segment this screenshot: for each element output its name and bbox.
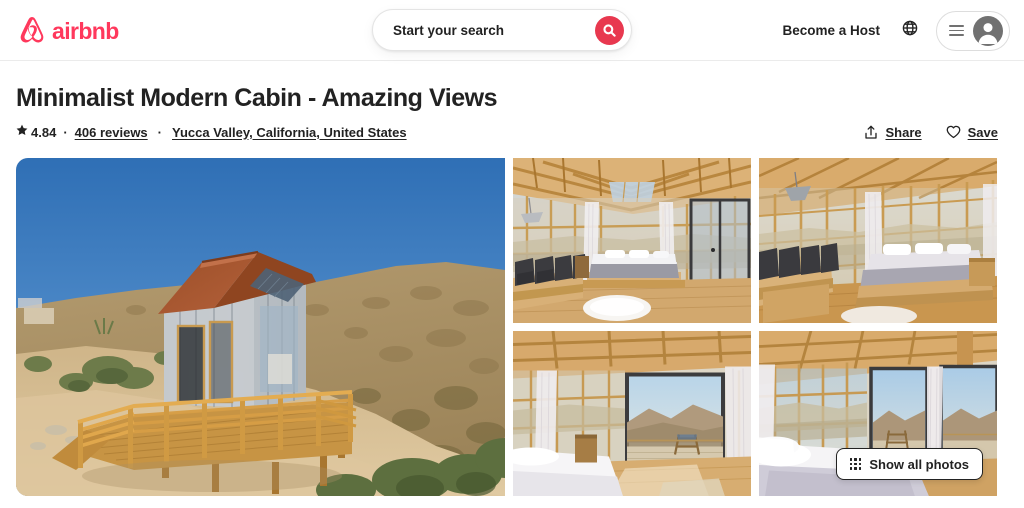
- share-button[interactable]: Share: [854, 118, 931, 147]
- hamburger-icon: [949, 25, 964, 36]
- listing-page: Minimalist Modern Cabin - Amazing Views …: [0, 83, 1024, 496]
- search-icon: [603, 23, 616, 37]
- search-submit-button[interactable]: [595, 15, 624, 45]
- gallery-photo-cabin-exterior-hillside[interactable]: [16, 158, 505, 496]
- language-selector-button[interactable]: [892, 10, 928, 51]
- gallery-photo-interior-bedroom-truss-ceiling[interactable]: [513, 158, 751, 323]
- globe-icon: [902, 20, 918, 41]
- gallery-photo-bedroom-view-to-deck[interactable]: [513, 331, 751, 496]
- user-menu-button[interactable]: [936, 10, 1010, 51]
- photo-gallery: Show all photos: [16, 158, 1008, 496]
- user-avatar-icon: [973, 15, 1003, 46]
- reviews-link[interactable]: 406 reviews: [75, 125, 148, 140]
- gallery-photo-interior-bedroom-glass-wall[interactable]: [759, 158, 997, 323]
- star-icon: [16, 124, 28, 139]
- airbnb-logo-link[interactable]: airbnb: [18, 15, 119, 45]
- listing-actions: Share Save: [854, 118, 1008, 147]
- airbnb-belo-logo-icon: [18, 15, 46, 45]
- site-header: airbnb Start your search Become a Host: [0, 0, 1024, 61]
- header-actions: Become a Host: [770, 0, 1010, 61]
- rating-group: 4.84 · 406 reviews: [16, 124, 148, 140]
- save-label: Save: [967, 124, 998, 140]
- become-a-host-link[interactable]: Become a Host: [770, 13, 892, 48]
- rating-value: 4.84: [31, 124, 57, 140]
- listing-subheader: 4.84 · 406 reviews · Yucca Valley, Calif…: [16, 122, 1008, 142]
- show-all-photos-button[interactable]: Show all photos: [835, 448, 983, 480]
- show-all-photos-label: Show all photos: [869, 456, 969, 472]
- heart-icon: [946, 125, 961, 139]
- share-label: Share: [885, 124, 922, 140]
- search-input[interactable]: Start your search: [393, 23, 595, 38]
- rating-separator: ·: [63, 124, 68, 140]
- grid-dots-icon: [849, 458, 862, 470]
- share-icon: [864, 125, 878, 140]
- page-title: Minimalist Modern Cabin - Amazing Views: [16, 84, 498, 112]
- location-link[interactable]: Yucca Valley, California, United States: [172, 125, 407, 140]
- airbnb-wordmark: airbnb: [52, 17, 119, 44]
- subheader-separator: ·: [157, 124, 163, 140]
- gallery-photo-bedroom-desert-view[interactable]: Show all photos: [759, 331, 997, 496]
- search-bar[interactable]: Start your search: [372, 9, 632, 51]
- save-button[interactable]: Save: [936, 118, 1008, 147]
